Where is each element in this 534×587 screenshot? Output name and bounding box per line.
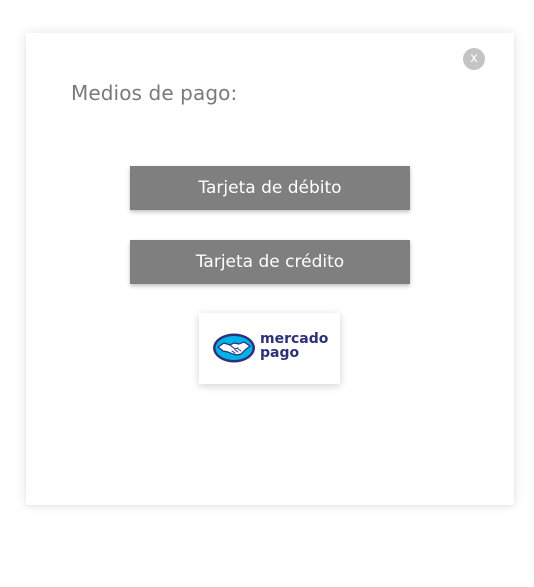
modal-title: Medios de pago:: [71, 81, 238, 105]
mercadopago-logo-line1: mercado: [260, 331, 329, 347]
payment-methods-modal: x Medios de pago: Tarjeta de débito Tarj…: [26, 33, 514, 505]
handshake-icon: [213, 333, 255, 363]
credit-card-button[interactable]: Tarjeta de crédito: [130, 240, 410, 284]
mercadopago-button[interactable]: mercado pago: [199, 313, 340, 384]
mercadopago-logo-text: mercado pago: [260, 332, 328, 360]
mercadopago-logo-line2: pago: [260, 345, 300, 361]
debit-card-button[interactable]: Tarjeta de débito: [130, 166, 410, 210]
close-button[interactable]: x: [463, 48, 485, 70]
